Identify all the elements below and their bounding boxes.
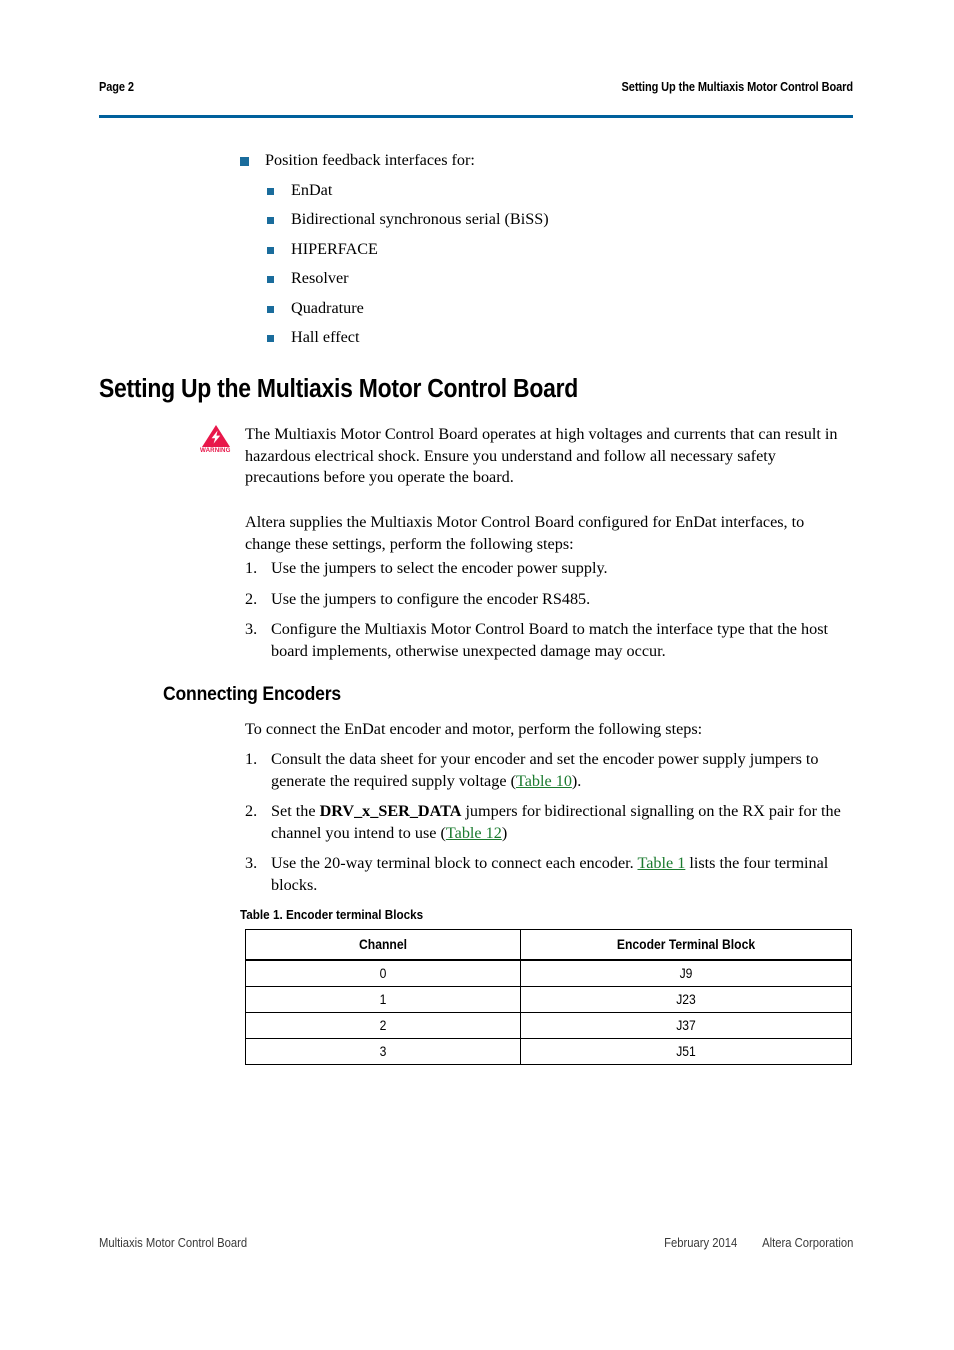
list-item: 3. Configure the Multiaxis Motor Control… bbox=[245, 619, 857, 662]
square-bullet-icon bbox=[240, 157, 249, 166]
column-header-encoder-terminal-block: Encoder Terminal Block bbox=[520, 929, 852, 961]
list-item: Bidirectional synchronous serial (BiSS) bbox=[267, 209, 860, 229]
header-page-number: Page 2 bbox=[99, 80, 134, 94]
cell-channel: 2 bbox=[245, 1012, 521, 1039]
cell-terminal-block: J9 bbox=[520, 959, 852, 987]
list-item-number: 3. bbox=[245, 854, 258, 872]
table-row: 2 J37 bbox=[245, 1012, 852, 1039]
document-page: Page 2 Setting Up the Multiaxis Motor Co… bbox=[0, 0, 954, 1350]
list-item: 1. Consult the data sheet for your encod… bbox=[245, 749, 857, 792]
footer-date: February 2014 bbox=[664, 1236, 738, 1250]
table-1-cross-reference-link[interactable]: Table 1 bbox=[637, 854, 685, 872]
cell-terminal-block: J51 bbox=[520, 1038, 852, 1065]
footer-right-group: February 2014 Altera Corporation bbox=[656, 1236, 853, 1250]
table-header-row: Channel Encoder Terminal Block bbox=[245, 929, 852, 961]
list-item: Position feedback interfaces for: bbox=[240, 150, 860, 170]
table-row: 3 J51 bbox=[245, 1038, 852, 1065]
jumper-signal-name: DRV_x_SER_DATA bbox=[319, 802, 462, 820]
subsection-steps-list: 1. Consult the data sheet for your encod… bbox=[245, 749, 857, 905]
list-item: Resolver bbox=[267, 268, 860, 288]
section-steps-list: 1. Use the jumpers to select the encoder… bbox=[245, 558, 857, 671]
subsection-heading: Connecting Encoders bbox=[163, 683, 341, 705]
warning-label: WARNING bbox=[200, 447, 231, 454]
list-item: 3. Use the 20-way terminal block to conn… bbox=[245, 853, 857, 896]
list-item: EnDat bbox=[267, 180, 860, 200]
section-heading: Setting Up the Multiaxis Motor Control B… bbox=[99, 375, 578, 403]
step-text-post: ) bbox=[501, 823, 508, 842]
square-bullet-icon bbox=[267, 187, 274, 195]
square-bullet-icon bbox=[267, 276, 274, 283]
column-header-channel: Channel bbox=[245, 929, 521, 961]
footer-document-title: Multiaxis Motor Control Board bbox=[99, 1236, 248, 1250]
header-divider-rule bbox=[99, 115, 853, 118]
header-section-title: Setting Up the Multiaxis Motor Control B… bbox=[621, 80, 853, 94]
list-item-label: Use the jumpers to configure the encoder… bbox=[271, 589, 591, 608]
step-text-pre: Set the bbox=[271, 802, 320, 820]
list-item: Quadrature bbox=[267, 298, 860, 318]
table-row: 1 J23 bbox=[245, 986, 852, 1013]
list-item-label: Position feedback interfaces for: bbox=[265, 151, 475, 169]
list-item-label: Quadrature bbox=[291, 298, 364, 317]
list-item-label: Use the jumpers to select the encoder po… bbox=[271, 559, 608, 577]
warning-icon: WARNING bbox=[199, 424, 235, 458]
footer-company: Altera Corporation bbox=[761, 1236, 853, 1250]
table-10-cross-reference-link[interactable]: Table 10 bbox=[516, 772, 572, 790]
step-text-pre: Use the 20-way terminal block to connect… bbox=[271, 854, 638, 872]
list-item-label: Configure the Multiaxis Motor Control Bo… bbox=[271, 620, 828, 660]
warning-note: WARNING The Multiaxis Motor Control Boar… bbox=[199, 424, 853, 489]
cell-terminal-block: J23 bbox=[520, 986, 852, 1013]
feedback-interfaces-list: Position feedback interfaces for: EnDat … bbox=[240, 150, 860, 357]
list-item-label: Set the DRV_x_SER_DATA jumpers for bidir… bbox=[271, 801, 857, 844]
table-caption: Table 1. Encoder terminal Blocks bbox=[240, 907, 424, 922]
list-item-label: HIPERFACE bbox=[291, 239, 378, 258]
square-bullet-icon bbox=[267, 246, 274, 254]
square-bullet-icon bbox=[267, 217, 274, 224]
list-item-label: Consult the data sheet for your encoder … bbox=[271, 749, 857, 792]
cell-channel: 1 bbox=[245, 986, 521, 1013]
list-item-number: 1. bbox=[245, 559, 258, 577]
square-bullet-icon bbox=[267, 335, 274, 342]
table-row: 0 J9 bbox=[245, 959, 852, 987]
list-item-label: Use the 20-way terminal block to connect… bbox=[271, 853, 857, 896]
warning-triangle-icon bbox=[201, 424, 231, 448]
list-item: 1. Use the jumpers to select the encoder… bbox=[245, 558, 857, 580]
list-item-number: 2. bbox=[245, 589, 258, 608]
cell-terminal-block: J37 bbox=[520, 1012, 852, 1039]
square-bullet-icon bbox=[267, 305, 274, 313]
list-item-label: Bidirectional synchronous serial (BiSS) bbox=[291, 210, 549, 228]
list-item: Hall effect bbox=[267, 327, 860, 347]
list-item-number: 1. bbox=[245, 750, 258, 768]
cell-channel: 3 bbox=[245, 1038, 521, 1065]
list-item: 2. Use the jumpers to configure the enco… bbox=[245, 589, 857, 611]
list-item: HIPERFACE bbox=[267, 239, 860, 259]
subsection-intro-paragraph: To connect the EnDat encoder and motor, … bbox=[245, 720, 703, 738]
encoder-terminal-blocks-table: Channel Encoder Terminal Block 0 J9 1 J2… bbox=[245, 929, 852, 1065]
section-intro-paragraph: Altera supplies the Multiaxis Motor Cont… bbox=[245, 513, 805, 553]
warning-text: The Multiaxis Motor Control Board operat… bbox=[245, 425, 838, 486]
cell-channel: 0 bbox=[245, 959, 521, 987]
list-item-label: EnDat bbox=[291, 180, 333, 199]
list-item-number: 2. bbox=[245, 802, 258, 820]
page-footer: Multiaxis Motor Control Board February 2… bbox=[99, 1236, 853, 1250]
list-item: 2. Set the DRV_x_SER_DATA jumpers for bi… bbox=[245, 801, 857, 844]
step-text-post: ). bbox=[571, 771, 582, 790]
list-item-label: Resolver bbox=[291, 269, 349, 287]
list-item-label: Hall effect bbox=[291, 328, 360, 346]
table-12-cross-reference-link[interactable]: Table 12 bbox=[446, 824, 502, 842]
page-header: Page 2 Setting Up the Multiaxis Motor Co… bbox=[99, 80, 853, 94]
list-item-number: 3. bbox=[245, 620, 258, 638]
